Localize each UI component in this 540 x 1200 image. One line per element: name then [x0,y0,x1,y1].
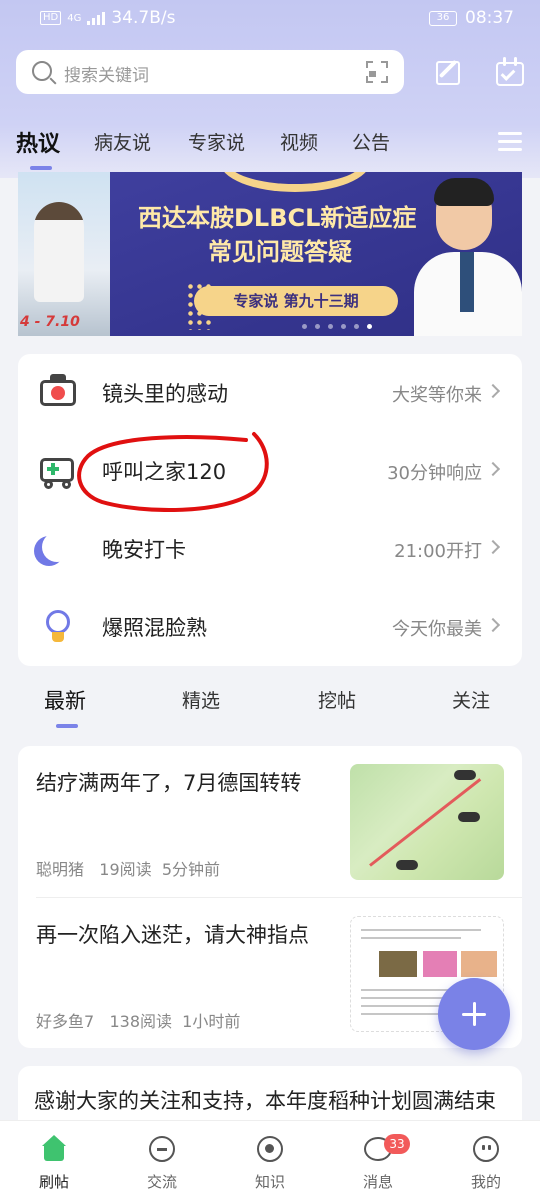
home-icon [40,1135,68,1163]
feature-row-goodnight[interactable]: 晚安打卡 21:00开打 [18,510,522,588]
chevron-right-icon [485,461,501,477]
scan-icon[interactable] [366,61,388,83]
chevron-right-icon [485,383,501,399]
feature-name: 镜头里的感动 [102,382,228,406]
feature-sub: 30分钟响应 [387,463,482,484]
banner-title-line1: 西达本胺DLBCL新适应症 [138,204,417,232]
nav-item-knowledge[interactable]: 知识 [216,1121,324,1200]
nav-item-chat[interactable]: 交流 [108,1121,216,1200]
status-bar: HD 4G 34.7B/s 36 08:37 [0,0,540,36]
feed-tab-following[interactable]: 关注 [452,686,490,713]
compose-icon[interactable] [434,56,466,88]
nav-label: 消息 [362,1173,393,1191]
knowledge-icon [256,1135,284,1163]
post-author: 好多鱼7 [36,1012,95,1031]
network-speed: 34.7B/s [111,8,176,28]
post-time: 5分钟前 [161,860,221,879]
doctor-photo [414,172,522,336]
post-title: 感谢大家的关注和支持，本年度稻种计划圆满结束 [34,1089,496,1113]
feature-sub: 今天你最美 [392,619,482,640]
post-time: 1小时前 [182,1012,241,1031]
carousel-pager [302,324,372,329]
feed-tab-featured[interactable]: 精选 [182,686,220,713]
profile-icon [472,1135,500,1163]
tab-indicator [30,166,52,170]
post-thumbnail [350,764,504,880]
nav-label: 刷帖 [38,1173,69,1191]
banner-pill: 专家说 第九十三期 [194,286,398,316]
banner-carousel[interactable]: 4 - 7.10 西达本胺DLBCL新适应症 常见问题答疑 专家说 第九十三期 [18,172,522,336]
checkin-calendar-icon[interactable] [494,56,526,88]
top-tab-bar: 热议 病友说 专家说 视频 公告 [0,122,540,170]
post-author: 聪明猪 [36,860,85,879]
battery-icon: 36 [429,10,457,26]
nav-label: 知识 [254,1173,285,1191]
post-reads: 138阅读 [109,1012,172,1031]
feature-row-moments[interactable]: 镜头里的感动 大奖等你来 [18,354,522,432]
unread-badge: 33 [384,1134,410,1154]
camera-icon [40,374,76,410]
post-meta: 聪明猪 19阅读 5分钟前 [36,856,220,880]
feed-tab-dig[interactable]: 挖帖 [318,686,356,713]
tab-notices[interactable]: 公告 [352,128,390,155]
moon-icon [40,530,76,566]
chevron-right-icon [485,539,501,555]
nav-label: 交流 [146,1173,177,1191]
chat-icon [148,1135,176,1163]
feature-sub: 21:00开打 [394,541,482,562]
tab-patients[interactable]: 病友说 [94,128,151,155]
feature-name: 爆照混脸熟 [102,616,207,640]
banner-current-slide: 西达本胺DLBCL新适应症 常见问题答疑 专家说 第九十三期 [110,172,522,336]
banner-left-date: 4 - 7.10 [20,314,80,330]
menu-icon[interactable] [498,132,522,152]
banner-title-line2: 常见问题答疑 [208,238,352,266]
search-input[interactable]: 搜索关键词 [16,50,404,94]
feature-name: 晚安打卡 [102,538,186,562]
feature-sub: 大奖等你来 [392,385,482,406]
feed-tab-bar: 最新 精选 挖帖 关注 [0,680,540,730]
ambulance-icon [40,452,76,489]
tab-hot[interactable]: 热议 [16,126,60,158]
list-item[interactable]: 结疗满两年了，7月德国转转 聪明猪 19阅读 5分钟前 [18,746,522,896]
signal-icon [87,11,106,25]
feature-row-selfie[interactable]: 爆照混脸熟 今天你最美 [18,588,522,666]
add-post-button[interactable] [438,978,510,1050]
feed-tab-latest[interactable]: 最新 [44,685,86,715]
feed-tab-indicator [56,724,78,728]
nav-item-profile[interactable]: 我的 [432,1121,540,1200]
nav-label: 我的 [470,1173,501,1191]
post-reads: 19阅读 [99,860,152,879]
banner-previous-slide: 4 - 7.10 [18,172,110,336]
person-photo [34,202,84,302]
nav-item-feed[interactable]: 刷帖 [0,1121,108,1200]
search-icon [32,61,52,81]
annotation-circle [77,432,269,512]
hd-label: HD [40,11,62,25]
chevron-right-icon [485,617,501,633]
lightbulb-icon [40,608,76,644]
banner-decoration [220,172,370,192]
network-gen: 4G [67,12,82,24]
clock: 08:37 [465,8,514,28]
nav-item-messages[interactable]: 消息 [324,1121,432,1200]
tab-videos[interactable]: 视频 [280,128,318,155]
post-title: 再一次陷入迷茫，请大神指点 [36,923,309,947]
post-title: 结疗满两年了，7月德国转转 [36,771,302,795]
post-meta: 好多鱼7 138阅读 1小时前 [36,1008,240,1032]
bottom-nav: 刷帖 交流 知识 消息 我的 [0,1120,540,1200]
search-placeholder: 搜索关键词 [64,66,149,86]
tab-experts[interactable]: 专家说 [188,128,245,155]
